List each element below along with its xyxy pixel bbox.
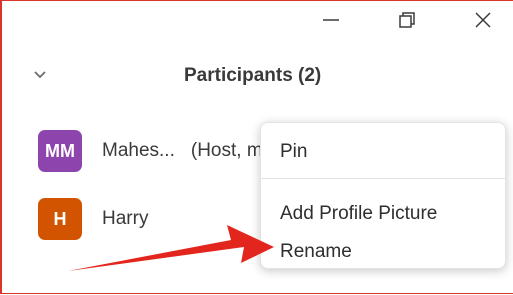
participant-row-harry[interactable]: H Harry	[38, 197, 148, 241]
menu-item-add-profile-picture[interactable]: Add Profile Picture	[280, 203, 437, 225]
avatar: H	[38, 198, 82, 240]
restore-icon	[399, 12, 415, 28]
menu-item-rename[interactable]: Rename	[280, 241, 352, 263]
close-button[interactable]	[470, 7, 496, 33]
participant-row-mahes[interactable]: MM Mahes... (Host, me)	[38, 129, 280, 173]
participants-window: Participants (2) MM Mahes... (Host, me) …	[0, 0, 513, 294]
menu-item-pin[interactable]: Pin	[280, 141, 307, 163]
restore-button[interactable]	[394, 7, 420, 33]
avatar: MM	[38, 130, 82, 172]
menu-divider	[261, 178, 505, 179]
minimize-button[interactable]	[318, 7, 344, 33]
minimize-icon	[323, 19, 339, 21]
chevron-down-icon[interactable]	[32, 69, 48, 81]
participant-name: Mahes...	[102, 140, 175, 161]
participant-name: Harry	[102, 208, 149, 229]
panel-title: Participants (2)	[184, 65, 322, 86]
participant-context-menu: Pin Add Profile Picture Rename	[260, 122, 506, 269]
close-icon	[475, 12, 491, 28]
